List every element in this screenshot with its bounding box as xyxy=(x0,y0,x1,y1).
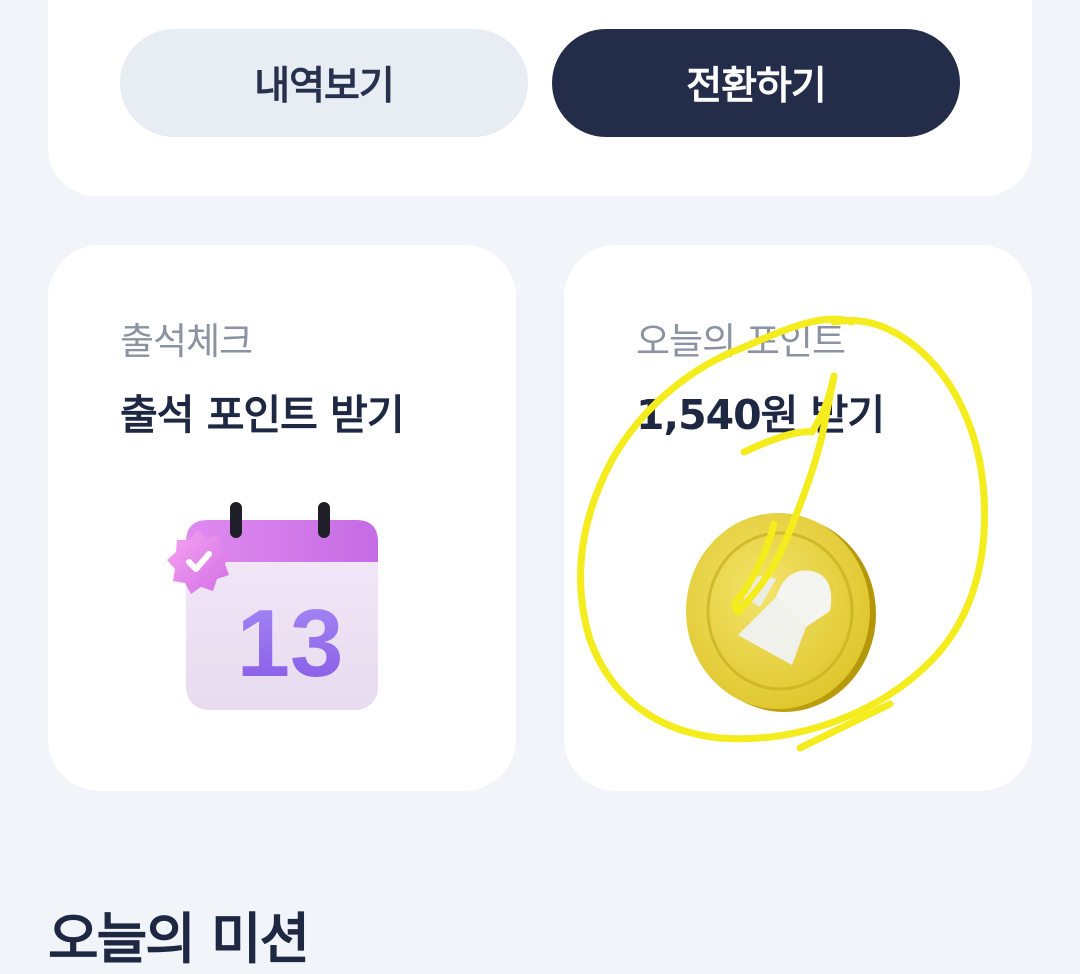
points-card-title: 1,540원 받기 xyxy=(636,391,885,439)
points-card-subtitle: 오늘의 포인트 xyxy=(636,320,846,363)
calendar-check-icon: 13 xyxy=(167,502,378,710)
todays-missions-title: 오늘의 미션 xyxy=(48,907,310,971)
attendance-card-subtitle: 출석체크 xyxy=(120,320,253,363)
attendance-card-title: 출석 포인트 받기 xyxy=(120,391,405,439)
coin-icon xyxy=(686,513,876,712)
todays-points-card[interactable]: 오늘의 포인트 1,540원 받기 xyxy=(564,245,1032,791)
view-history-button[interactable]: 내역보기 xyxy=(120,29,528,137)
calendar-day-number: 13 xyxy=(237,590,344,697)
attendance-check-card[interactable]: 출석체크 출석 포인트 받기 13 xyxy=(48,245,516,791)
convert-button[interactable]: 전환하기 xyxy=(552,29,960,137)
